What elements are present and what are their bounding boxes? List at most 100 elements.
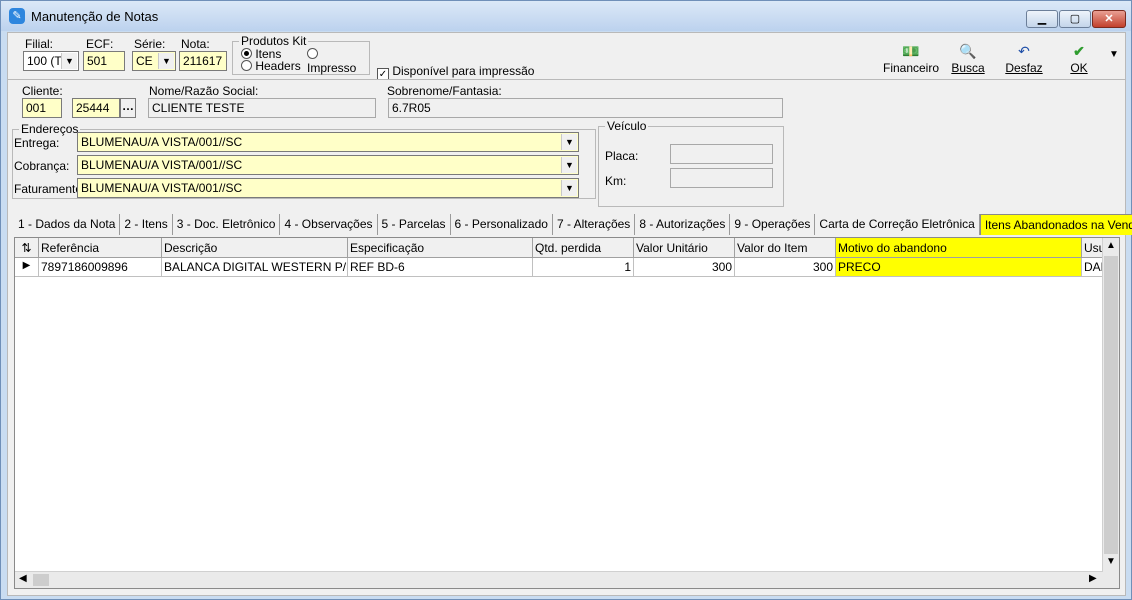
ecf-label: ECF: <box>86 37 114 51</box>
radio-headers-label: Headers <box>255 59 301 73</box>
maximize-button[interactable]: ▢ <box>1059 10 1091 28</box>
faturamento-label: Faturamento: <box>14 182 86 196</box>
tab-doc-eletronico[interactable]: 3 - Doc. Eletrônico <box>173 214 281 235</box>
col-especificacao[interactable]: Especificação <box>348 238 533 258</box>
nota-input[interactable]: 211617 <box>179 51 227 71</box>
cell-especificacao[interactable]: REF BD-6 <box>348 258 533 277</box>
cell-valor-unitario[interactable]: 300 <box>634 258 735 277</box>
col-descricao[interactable]: Descrição <box>162 238 348 258</box>
ellipsis-lookup-button[interactable]: … <box>120 98 136 118</box>
filial-label: Filial: <box>25 37 54 51</box>
sobrenome-label: Sobrenome/Fantasia: <box>387 84 502 98</box>
scroll-up-icon[interactable]: ▲ <box>1106 240 1116 251</box>
col-qtd-perdida[interactable]: Qtd. perdida <box>533 238 634 258</box>
filial-select[interactable]: 100 (TI ▼ <box>23 51 79 71</box>
faturamento-select[interactable]: BLUMENAU/A VISTA/001//SC ▼ <box>77 178 579 198</box>
financeiro-label: Financeiro <box>882 61 940 75</box>
radio-impresso[interactable]: Impresso <box>307 47 369 75</box>
busca-button[interactable]: 🔍 Busca <box>938 41 998 75</box>
col-referencia[interactable]: Referência <box>39 238 162 258</box>
tab-autorizacoes[interactable]: 8 - Autorizações <box>635 214 731 235</box>
ecf-input[interactable]: 501 <box>83 51 125 71</box>
scroll-left-icon[interactable]: ◀ <box>19 573 27 584</box>
vertical-scrollbar[interactable]: ▲ ▼ <box>1102 238 1119 588</box>
serie-label: Série: <box>134 37 166 51</box>
divider <box>8 79 1125 80</box>
sort-icon[interactable]: ⇅ <box>15 238 39 258</box>
scroll-right-icon[interactable]: ▶ <box>1089 573 1097 584</box>
tab-strip: 1 - Dados da Nota 2 - Itens 3 - Doc. Ele… <box>14 214 1132 235</box>
placa-field <box>670 144 773 164</box>
tab-parcelas[interactable]: 5 - Parcelas <box>378 214 451 235</box>
chevron-down-icon: ▼ <box>561 180 577 196</box>
cobranca-label: Cobrança: <box>14 159 70 173</box>
tab-carta-de-correcao[interactable]: Carta de Correção Eletrônica <box>815 214 980 235</box>
tab-dados-da-nota[interactable]: 1 - Dados da Nota <box>14 214 121 235</box>
chevron-down-icon: ▼ <box>158 53 174 69</box>
financeiro-button[interactable]: 💵 Financeiro <box>881 41 941 75</box>
app-icon: ✎ <box>9 8 25 24</box>
sobrenome-field: 6.7R05 <box>388 98 783 118</box>
busca-label: Busca <box>951 61 985 75</box>
horizontal-scroll-thumb[interactable] <box>33 574 49 586</box>
tab-observacoes[interactable]: 4 - Observações <box>280 214 378 235</box>
cell-motivo-abandono[interactable]: PRECO <box>836 258 1082 277</box>
col-motivo-abandono[interactable]: Motivo do abandono <box>836 238 1082 258</box>
cliente-label: Cliente: <box>22 84 63 98</box>
entrega-select[interactable]: BLUMENAU/A VISTA/001//SC ▼ <box>77 132 579 152</box>
check-icon: ✔ <box>1073 43 1085 59</box>
cell-qtd-perdida[interactable]: 1 <box>533 258 634 277</box>
entrega-value: BLUMENAU/A VISTA/001//SC <box>81 135 243 149</box>
desfaz-button[interactable]: ↶ Desfaz <box>994 41 1054 75</box>
radio-icon <box>241 48 252 59</box>
toolbar-overflow-chevron-icon[interactable]: ▼ <box>1109 49 1119 60</box>
km-field <box>670 168 773 188</box>
entrega-label: Entrega: <box>14 136 60 150</box>
cell-usuario[interactable]: DAN <box>1082 258 1104 277</box>
tab-alteracoes[interactable]: 7 - Alterações <box>553 214 636 235</box>
tab-itens[interactable]: 2 - Itens <box>120 214 173 235</box>
faturamento-value: BLUMENAU/A VISTA/001//SC <box>81 181 243 195</box>
cliente-code1-input[interactable]: 001 <box>22 98 62 118</box>
disponivel-checkbox[interactable]: ✓ Disponível para impressão <box>377 64 534 80</box>
placa-label: Placa: <box>605 149 639 163</box>
col-valor-unitario[interactable]: Valor Unitário <box>634 238 735 258</box>
items-grid: ⇅ Referência Descrição Especificação Qtd… <box>14 237 1120 589</box>
desfaz-label: Desfaz <box>1005 61 1043 75</box>
radio-icon <box>241 60 252 71</box>
radio-impresso-label: Impresso <box>307 61 357 75</box>
chevron-down-icon: ▼ <box>561 134 577 150</box>
tab-personalizado[interactable]: 6 - Personalizado <box>451 214 553 235</box>
ok-button[interactable]: ✔ OK <box>1049 41 1109 75</box>
tab-itens-abandonados[interactable]: Itens Abandonados na Venda <box>979 214 1132 235</box>
km-label: Km: <box>605 174 627 188</box>
disponivel-label: Disponível para impressão <box>392 64 535 78</box>
radio-icon <box>307 48 318 59</box>
cell-descricao[interactable]: BALANCA DIGITAL WESTERN P/BA <box>162 258 348 277</box>
col-usuario[interactable]: Usuá <box>1082 238 1104 258</box>
scroll-down-icon[interactable]: ▼ <box>1106 556 1116 567</box>
minimize-button[interactable]: ▁ <box>1026 10 1058 28</box>
radio-headers[interactable]: Headers <box>241 59 301 73</box>
serie-value: CE <box>136 54 153 68</box>
cell-referencia[interactable]: 7897186009896 <box>39 258 162 277</box>
horizontal-scrollbar[interactable]: ◀ ▶ <box>15 571 1103 588</box>
cobranca-value: BLUMENAU/A VISTA/001//SC <box>81 158 243 172</box>
tab-operacoes[interactable]: 9 - Operações <box>730 214 816 235</box>
cell-valor-do-item[interactable]: 300 <box>735 258 836 277</box>
search-icon: 🔍 <box>959 43 977 59</box>
chevron-down-icon: ▼ <box>561 157 577 173</box>
cliente-code2-input[interactable]: 25444 <box>72 98 120 118</box>
veiculo-title: Veículo <box>605 119 649 133</box>
col-valor-do-item[interactable]: Valor do Item <box>735 238 836 258</box>
enderecos-title: Endereços <box>19 122 81 136</box>
serie-select[interactable]: CE ▼ <box>132 51 176 71</box>
ok-label: OK <box>1070 61 1088 75</box>
nome-label: Nome/Razão Social: <box>149 84 259 98</box>
veiculo-group: Veículo <box>598 119 784 207</box>
close-button[interactable]: ✕ <box>1092 10 1126 28</box>
window-title: Manutenção de Notas <box>31 9 159 24</box>
main-window: ✎ Manutenção de Notas ▁ ▢ ✕ Filial: 100 … <box>0 0 1132 600</box>
vertical-scroll-thumb[interactable] <box>1104 256 1118 554</box>
cobranca-select[interactable]: BLUMENAU/A VISTA/001//SC ▼ <box>77 155 579 175</box>
